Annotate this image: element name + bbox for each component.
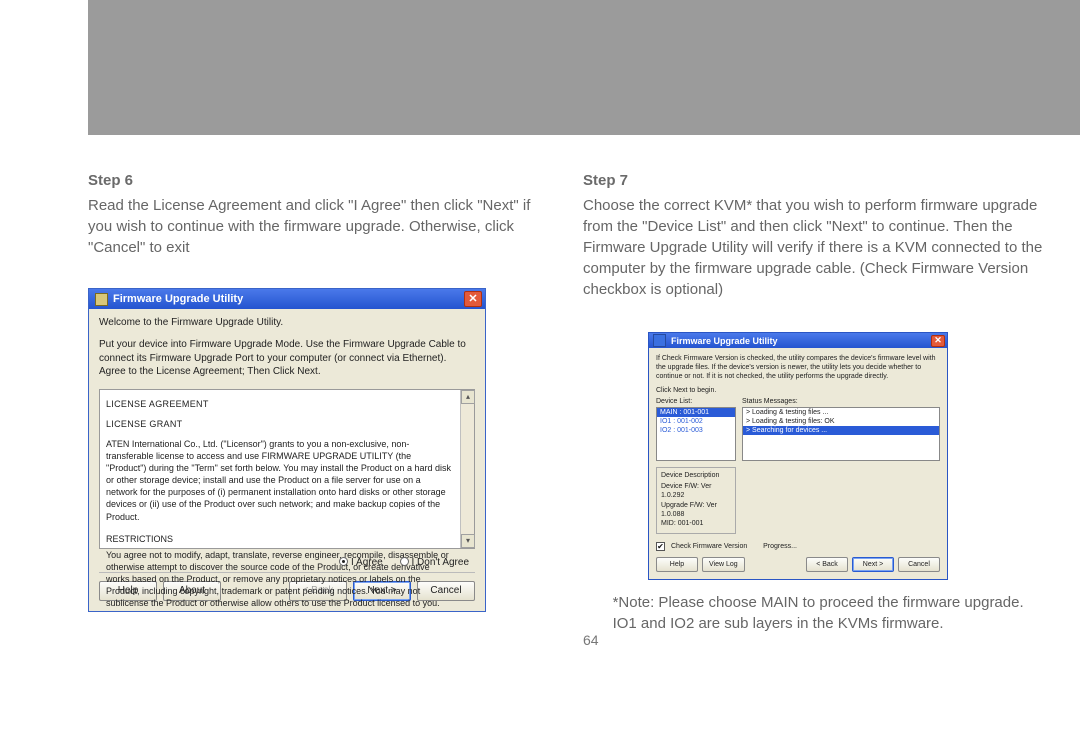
desc-line: Device F/W: Ver 1.0.292	[661, 482, 731, 500]
click-next-text: Click Next to begin.	[656, 387, 940, 394]
license-grant-text: ATEN International Co., Ltd. ("Licensor"…	[106, 438, 452, 523]
next-button[interactable]: Next >	[852, 557, 894, 572]
status-label: Status Messages:	[742, 398, 940, 405]
status-row: > Searching for devices ...	[743, 426, 939, 435]
device-row-io2[interactable]: IO2 : 001-003	[657, 426, 735, 435]
device-description-title: Device Description	[661, 471, 731, 480]
desc-line: Upgrade F/W: Ver 1.0.088	[661, 501, 731, 519]
page-content: Step 6 Read the License Agreement and cl…	[88, 0, 1050, 752]
step7-heading: Step 7	[583, 172, 1050, 189]
app-icon	[95, 293, 108, 306]
device-description: Device Description Device F/W: Ver 1.0.2…	[656, 467, 736, 534]
close-icon[interactable]: ✕	[464, 291, 482, 307]
license-agreement-heading: LICENSE AGREEMENT	[106, 398, 452, 410]
license-dialog: Firmware Upgrade Utility ✕ Welcome to th…	[88, 288, 486, 612]
radio-icon	[400, 557, 409, 566]
desc-line: MID: 001-001	[661, 519, 731, 528]
status-row: > Loading & testing files ...	[743, 408, 939, 417]
dialog-body: If Check Firmware Version is checked, th…	[649, 348, 947, 579]
left-column: Step 6 Read the License Agreement and cl…	[88, 172, 555, 752]
dialog-title: Firmware Upgrade Utility	[113, 293, 243, 305]
dialog-titlebar[interactable]: Firmware Upgrade Utility ✕	[649, 333, 947, 348]
progress-label: Progress...	[763, 543, 797, 550]
scroll-up-icon[interactable]: ▴	[461, 390, 475, 404]
step7-text: Choose the correct KVM* that you wish to…	[583, 195, 1050, 300]
version-check-explain: If Check Firmware Version is checked, th…	[656, 354, 940, 381]
footnote-row: 64 *Note: Please choose MAIN to proceed …	[583, 592, 1050, 648]
close-icon[interactable]: ✕	[931, 335, 945, 347]
scrollbar[interactable]: ▴ ▾	[460, 390, 474, 548]
device-list-label: Device List:	[656, 398, 736, 405]
status-row: > Loading & testing files: OK	[743, 417, 939, 426]
cancel-button[interactable]: Cancel	[898, 557, 940, 572]
viewlog-button[interactable]: View Log	[702, 557, 745, 572]
restrictions-heading: RESTRICTIONS	[106, 533, 452, 545]
page-number: 64	[583, 632, 599, 648]
dialog-body: Welcome to the Firmware Upgrade Utility.…	[89, 309, 485, 611]
check-firmware-label: Check Firmware Version	[671, 543, 747, 550]
welcome-text: Welcome to the Firmware Upgrade Utility.	[99, 317, 475, 328]
license-grant-heading: LICENSE GRANT	[106, 418, 452, 430]
dialog-title: Firmware Upgrade Utility	[671, 336, 778, 346]
back-button[interactable]: < Back	[806, 557, 848, 572]
license-textarea[interactable]: ▴ ▾ LICENSE AGREEMENT LICENSE GRANT ATEN…	[99, 389, 475, 549]
step6-heading: Step 6	[88, 172, 555, 189]
help-button[interactable]: Help	[656, 557, 698, 572]
dialog-button-row: Help View Log < Back Next > Cancel	[656, 557, 940, 572]
check-firmware-row: ✔ Check Firmware Version Progress...	[656, 542, 940, 551]
scroll-down-icon[interactable]: ▾	[461, 534, 475, 548]
status-list[interactable]: > Loading & testing files ... > Loading …	[742, 407, 940, 461]
right-column: Step 7 Choose the correct KVM* that you …	[583, 172, 1050, 752]
dialog-titlebar[interactable]: Firmware Upgrade Utility ✕	[89, 289, 485, 309]
instructions-text: Put your device into Firmware Upgrade Mo…	[99, 338, 475, 379]
device-row-main[interactable]: MAIN : 001-001	[657, 408, 735, 417]
app-icon	[653, 334, 666, 347]
step7-footnote: *Note: Please choose MAIN to proceed the…	[613, 592, 1050, 634]
device-dialog: Firmware Upgrade Utility ✕ If Check Firm…	[648, 332, 948, 580]
license-content: LICENSE AGREEMENT LICENSE GRANT ATEN Int…	[106, 398, 468, 610]
step6-text: Read the License Agreement and click "I …	[88, 195, 555, 258]
device-row-io1[interactable]: IO1 : 001-002	[657, 417, 735, 426]
device-list[interactable]: MAIN : 001-001 IO1 : 001-002 IO2 : 001-0…	[656, 407, 736, 461]
status-column: Status Messages: > Loading & testing fil…	[742, 398, 940, 461]
device-list-column: Device List: MAIN : 001-001 IO1 : 001-00…	[656, 398, 736, 461]
check-firmware-checkbox[interactable]: ✔	[656, 542, 665, 551]
